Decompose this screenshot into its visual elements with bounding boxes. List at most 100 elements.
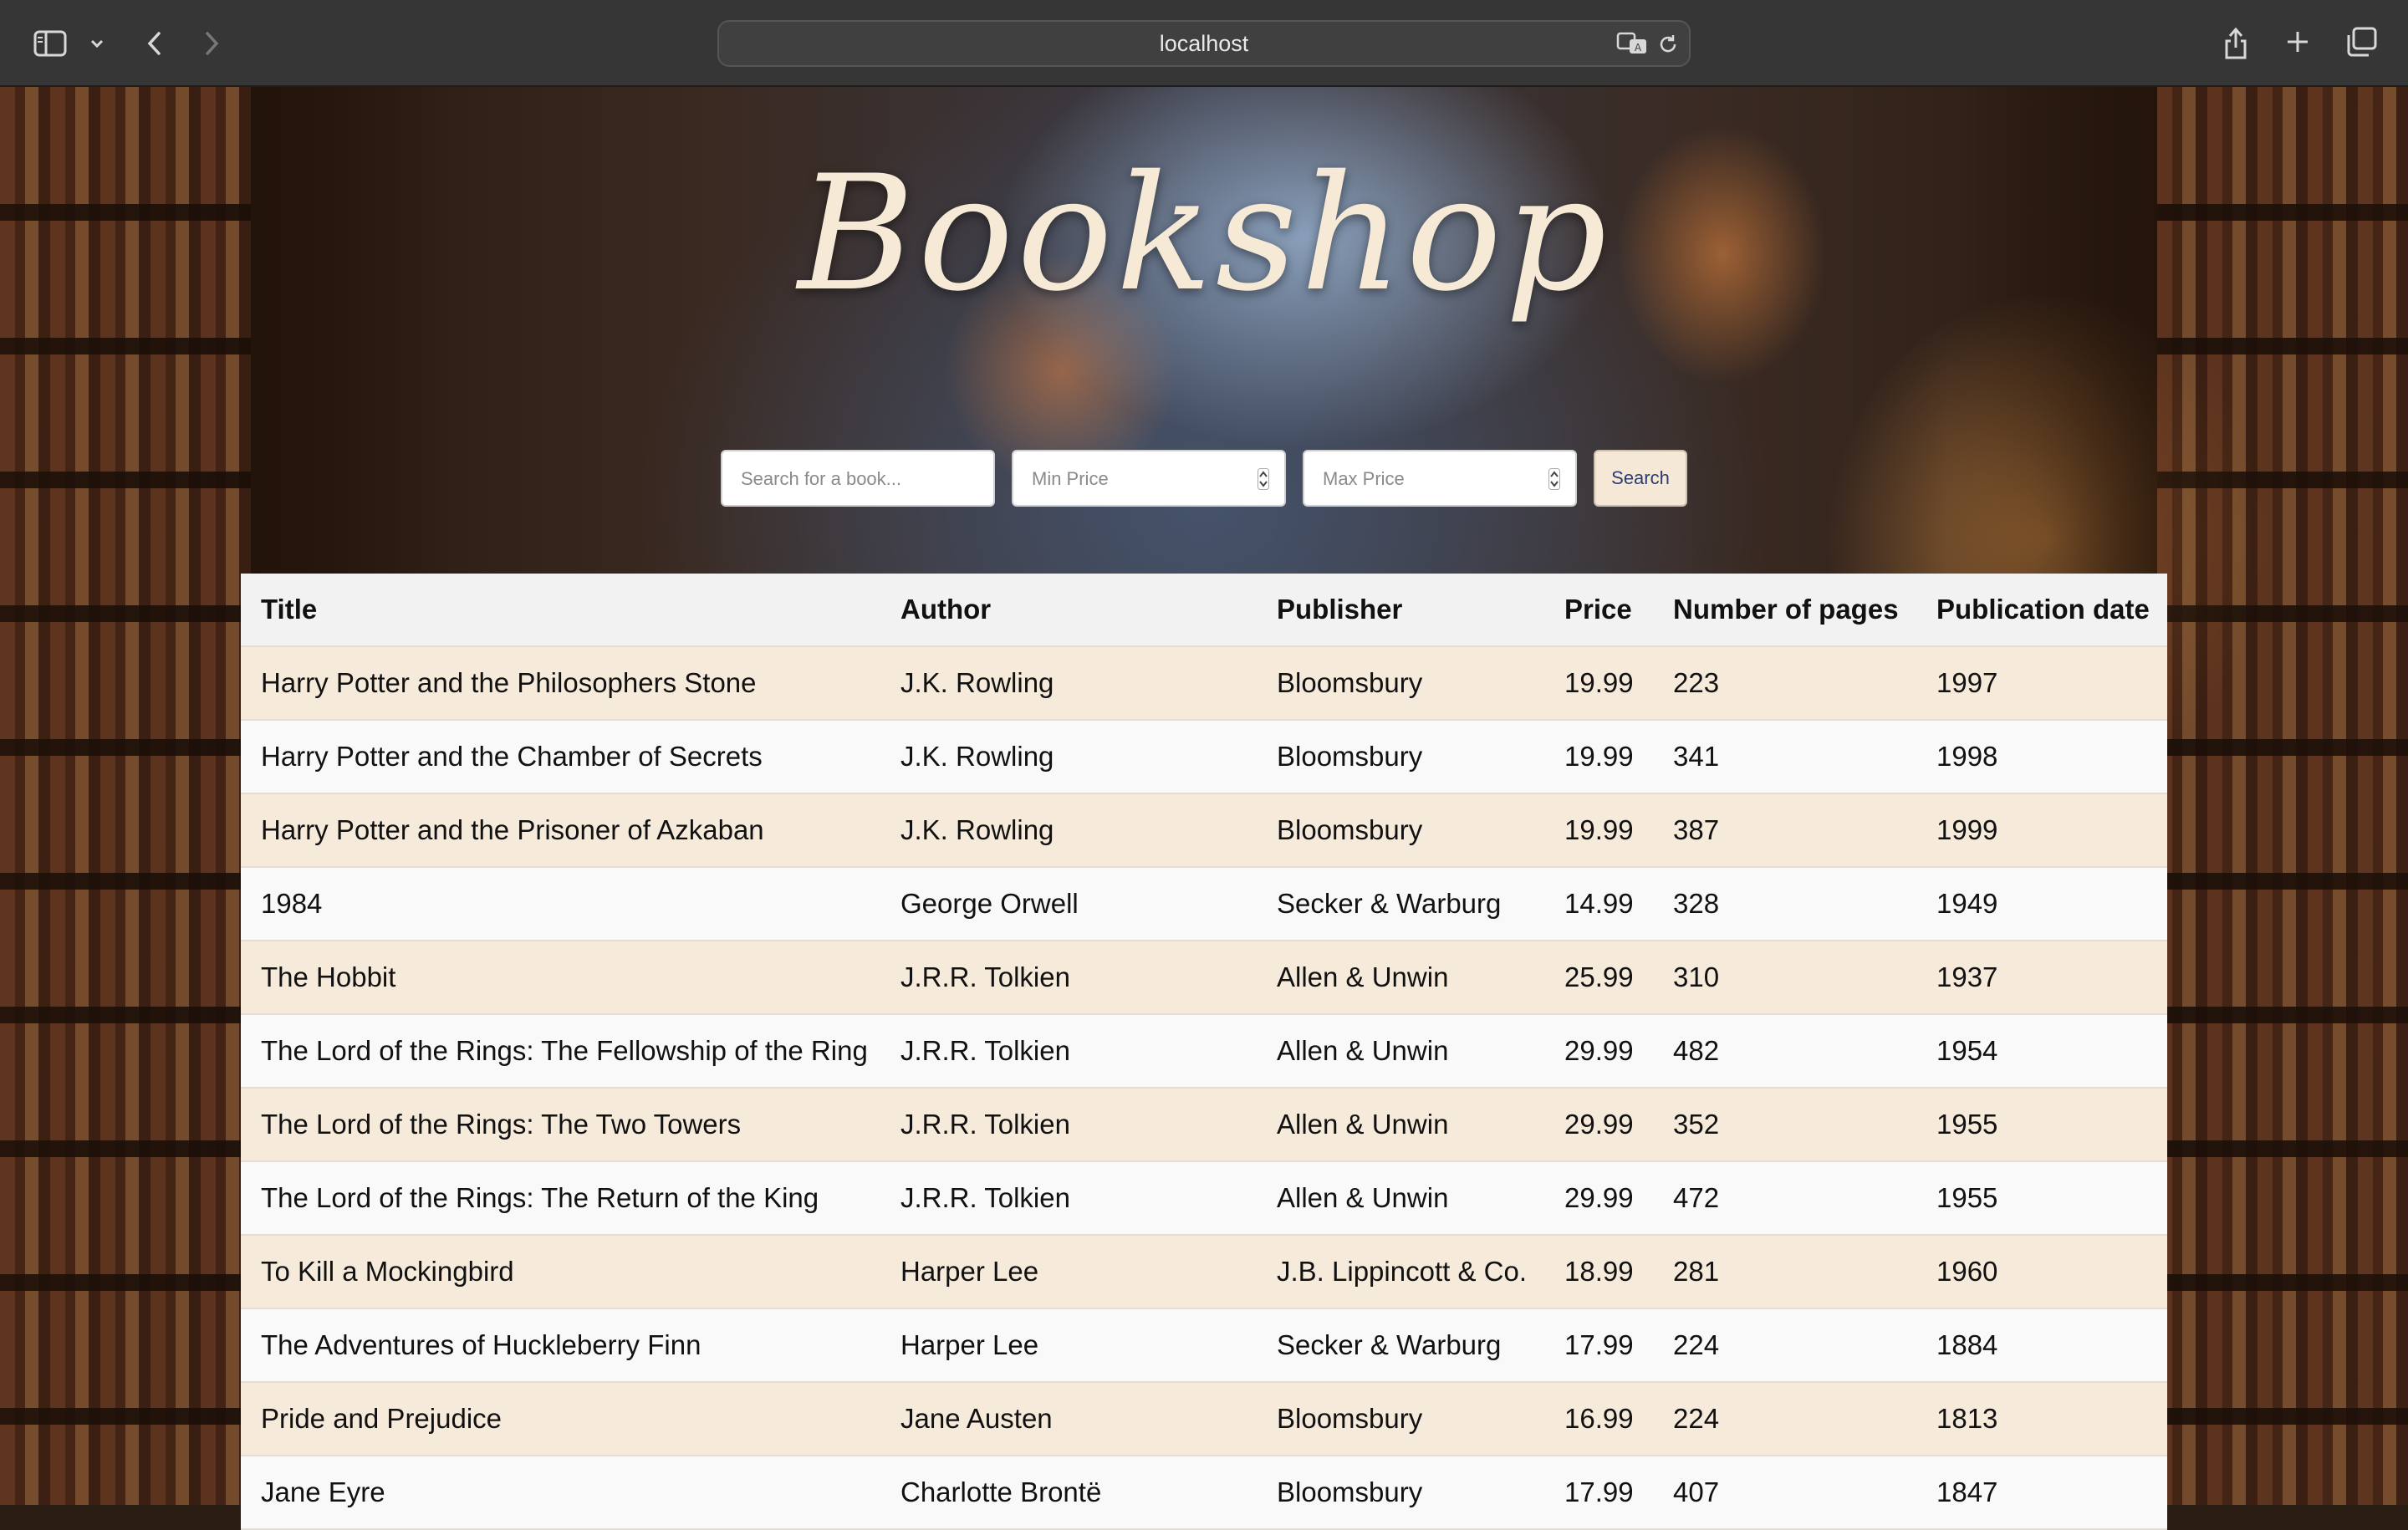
cell-author: J.R.R. Tolkien xyxy=(880,1161,1257,1236)
translate-icon[interactable]: A xyxy=(1615,30,1649,57)
table-row[interactable]: Jane Eyre Charlotte Brontë Bloomsbury 17.99… xyxy=(241,1456,2167,1530)
cell-pages: 387 xyxy=(1653,793,1916,868)
cell-price: 19.99 xyxy=(1544,720,1653,794)
cell-publisher: Bloomsbury xyxy=(1257,1456,1544,1530)
cell-title: Jane Eyre xyxy=(241,1456,880,1530)
table-row[interactable]: Pride and Prejudice Jane Austen Bloomsbury… xyxy=(241,1382,2167,1456)
table-row[interactable]: The Adventures of Huckleberry Finn Harper… xyxy=(241,1308,2167,1383)
max-price-input[interactable] xyxy=(1321,451,1542,507)
column-header-pages[interactable]: Number of pages xyxy=(1653,574,1916,647)
table-row[interactable]: To Kill a Mockingbird Harper Lee J.B. Lipp… xyxy=(241,1235,2167,1309)
table-row[interactable]: The Lord of the Rings: The Fellowship of… xyxy=(241,1014,2167,1089)
browser-toolbar: localhost A xyxy=(0,0,2408,87)
cell-title: The Lord of the Rings: The Return of the… xyxy=(241,1161,880,1236)
cell-pages: 223 xyxy=(1653,646,1916,721)
svg-text:A: A xyxy=(1635,42,1642,54)
cell-title: Harry Potter and the Chamber of Secrets xyxy=(241,720,880,794)
cell-price: 29.99 xyxy=(1544,1088,1653,1162)
cell-pages: 472 xyxy=(1653,1161,1916,1236)
cell-author: J.R.R. Tolkien xyxy=(880,941,1257,1015)
cell-publisher: Bloomsbury xyxy=(1257,793,1544,868)
search-input[interactable] xyxy=(739,451,960,507)
cell-date: 1997 xyxy=(1916,646,2167,721)
cell-author: Harper Lee xyxy=(880,1235,1257,1309)
cell-publisher: Allen & Unwin xyxy=(1257,941,1544,1015)
cell-author: Harper Lee xyxy=(880,1308,1257,1383)
cell-pages: 224 xyxy=(1653,1382,1916,1456)
cell-price: 14.99 xyxy=(1544,867,1653,941)
cell-title: Pride and Prejudice xyxy=(241,1382,880,1456)
cell-pages: 407 xyxy=(1653,1456,1916,1530)
min-price-field[interactable] xyxy=(1012,450,1286,507)
cell-date: 1954 xyxy=(1916,1014,2167,1089)
column-header-price[interactable]: Price xyxy=(1544,574,1653,647)
cell-price: 16.99 xyxy=(1544,1382,1653,1456)
cell-price: 25.99 xyxy=(1544,941,1653,1015)
cell-publisher: Bloomsbury xyxy=(1257,646,1544,721)
chevron-down-icon[interactable] xyxy=(87,33,107,54)
cell-author: Charlotte Brontë xyxy=(880,1456,1257,1530)
column-header-publisher[interactable]: Publisher xyxy=(1257,574,1544,647)
cell-publisher: J.B. Lippincott & Co. xyxy=(1257,1235,1544,1309)
table-row[interactable]: Harry Potter and the Philosophers Stone J… xyxy=(241,646,2167,721)
cell-publisher: Secker & Warburg xyxy=(1257,867,1544,941)
cell-author: George Orwell xyxy=(880,867,1257,941)
cell-price: 19.99 xyxy=(1544,646,1653,721)
cell-price: 17.99 xyxy=(1544,1308,1653,1383)
column-header-title[interactable]: Title xyxy=(241,574,880,647)
cell-date: 1937 xyxy=(1916,941,2167,1015)
share-icon[interactable] xyxy=(2221,23,2251,62)
search-button[interactable]: Search xyxy=(1594,450,1687,507)
column-header-author[interactable]: Author xyxy=(880,574,1257,647)
cell-date: 1998 xyxy=(1916,720,2167,794)
column-header-date[interactable]: Publication date xyxy=(1916,574,2167,647)
cell-date: 1813 xyxy=(1916,1382,2167,1456)
table-row[interactable]: 1984 George Orwell Secker & Warburg 14.99 32… xyxy=(241,867,2167,941)
stepper-icon[interactable] xyxy=(1258,468,1269,490)
cell-price: 19.99 xyxy=(1544,793,1653,868)
cell-publisher: Bloomsbury xyxy=(1257,720,1544,794)
cell-title: The Lord of the Rings: The Two Towers xyxy=(241,1088,880,1162)
table-row[interactable]: The Lord of the Rings: The Return of the… xyxy=(241,1161,2167,1236)
back-arrow-icon[interactable] xyxy=(139,25,169,62)
cell-date: 1949 xyxy=(1916,867,2167,941)
cell-author: J.K. Rowling xyxy=(880,793,1257,868)
cell-title: The Adventures of Huckleberry Finn xyxy=(241,1308,880,1383)
cell-title: To Kill a Mockingbird xyxy=(241,1235,880,1309)
table-row[interactable]: The Lord of the Rings: The Two Towers J.R… xyxy=(241,1088,2167,1162)
min-price-input[interactable] xyxy=(1030,451,1251,507)
cell-price: 17.99 xyxy=(1544,1456,1653,1530)
cell-title: 1984 xyxy=(241,867,880,941)
search-field[interactable] xyxy=(721,450,995,507)
table-header-row: Title Author Publisher Price Number of p… xyxy=(241,574,2167,647)
tab-overview-icon[interactable] xyxy=(2344,25,2378,59)
cell-pages: 281 xyxy=(1653,1235,1916,1309)
cell-pages: 224 xyxy=(1653,1308,1916,1383)
table-row[interactable]: Harry Potter and the Prisoner of Azkaban… xyxy=(241,793,2167,868)
plus-icon[interactable] xyxy=(2283,27,2313,57)
address-bar[interactable]: localhost A xyxy=(717,20,1691,67)
cell-author: J.R.R. Tolkien xyxy=(880,1014,1257,1089)
cell-pages: 310 xyxy=(1653,941,1916,1015)
cell-title: The Lord of the Rings: The Fellowship of… xyxy=(241,1014,880,1089)
books-table-container: Title Author Publisher Price Number of p… xyxy=(241,574,2167,1530)
page-title: Bookshop xyxy=(798,141,1610,326)
stepper-icon[interactable] xyxy=(1548,468,1560,490)
cell-title: Harry Potter and the Philosophers Stone xyxy=(241,646,880,721)
sidebar-icon[interactable] xyxy=(32,27,69,60)
cell-publisher: Bloomsbury xyxy=(1257,1382,1544,1456)
cell-date: 1999 xyxy=(1916,793,2167,868)
cell-publisher: Allen & Unwin xyxy=(1257,1161,1544,1236)
cell-title: Harry Potter and the Prisoner of Azkaban xyxy=(241,793,880,868)
cell-date: 1960 xyxy=(1916,1235,2167,1309)
cell-price: 29.99 xyxy=(1544,1014,1653,1089)
table-row[interactable]: The Hobbit J.R.R. Tolkien Allen & Unwin 25.… xyxy=(241,941,2167,1015)
cell-pages: 328 xyxy=(1653,867,1916,941)
forward-arrow-icon[interactable] xyxy=(197,25,227,62)
cell-price: 18.99 xyxy=(1544,1235,1653,1309)
max-price-field[interactable] xyxy=(1303,450,1577,507)
reload-icon[interactable] xyxy=(1656,32,1681,57)
cell-title: The Hobbit xyxy=(241,941,880,1015)
table-row[interactable]: Harry Potter and the Chamber of Secrets J… xyxy=(241,720,2167,794)
cell-publisher: Allen & Unwin xyxy=(1257,1088,1544,1162)
